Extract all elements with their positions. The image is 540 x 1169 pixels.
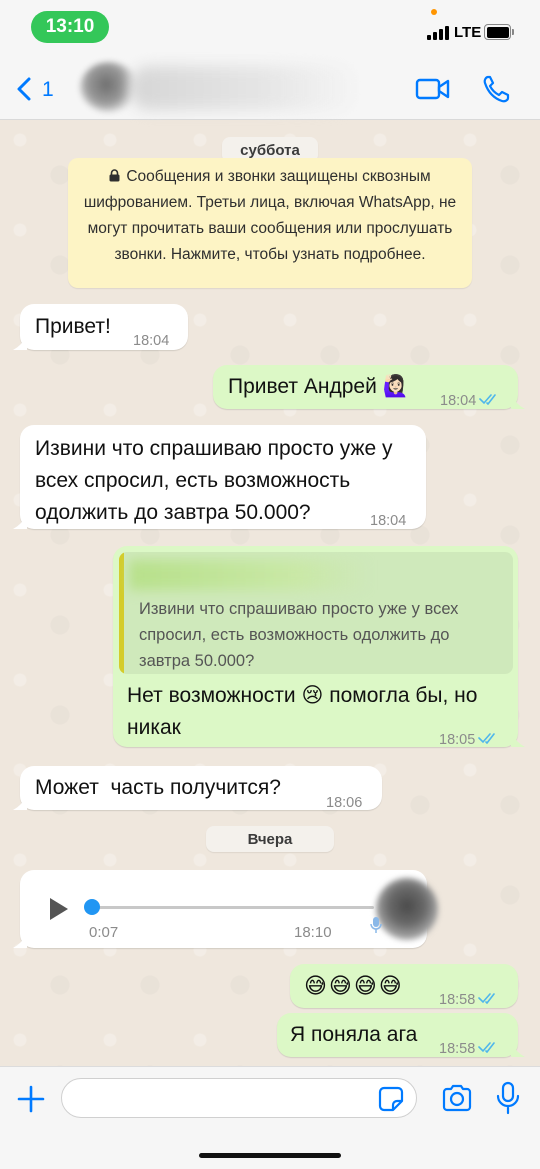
status-time[interactable]: 13:10 xyxy=(31,11,109,43)
video-call-icon[interactable] xyxy=(415,77,451,101)
plus-icon[interactable] xyxy=(17,1085,45,1113)
bubble-tail xyxy=(511,395,525,409)
message-list[interactable]: суббота Сообщения и звонки защищены скво… xyxy=(0,120,540,1066)
message-text: Извини что спрашиваю просто уже у всех с… xyxy=(35,437,393,524)
message-meta: 18:58 xyxy=(439,1033,500,1065)
message-input[interactable] xyxy=(61,1078,417,1118)
bubble-tail xyxy=(13,796,27,810)
message-time: 18:58 xyxy=(439,992,476,1008)
message-time: 18:58 xyxy=(439,1041,476,1057)
signal-icon xyxy=(427,26,449,40)
message-incoming[interactable]: Извини что спрашиваю просто уже у всех с… xyxy=(13,425,426,529)
message-meta: 18:05 xyxy=(439,724,500,756)
encryption-notice[interactable]: Сообщения и звонки защищены сквозным шиф… xyxy=(68,158,472,288)
message-time: 18:04 xyxy=(133,333,170,349)
voice-duration: 0:07 xyxy=(89,924,119,941)
message-text: Может часть получится? xyxy=(35,776,281,799)
camera-icon[interactable] xyxy=(441,1084,473,1112)
bubble-tail xyxy=(511,733,525,747)
phone-icon[interactable] xyxy=(482,74,510,104)
bubble-tail xyxy=(13,336,27,350)
message-text: Привет! xyxy=(35,315,111,338)
quote-author-redacted xyxy=(129,560,369,590)
message-outgoing-reply[interactable]: Извини что спрашиваю просто уже у всех с… xyxy=(113,546,525,748)
home-indicator[interactable] xyxy=(199,1153,341,1158)
back-unread-count[interactable]: 1 xyxy=(42,78,54,102)
read-ticks-icon xyxy=(478,993,496,1004)
message-text: 😅😅😅😅 xyxy=(304,973,404,998)
mic-icon xyxy=(370,917,382,933)
voice-message[interactable]: 0:07 18:10 xyxy=(13,870,438,948)
date-chip-yesterday: Вчера xyxy=(206,826,334,852)
message-outgoing[interactable]: 😅😅😅😅 18:58 xyxy=(290,964,518,1008)
message-time: 18:05 xyxy=(439,732,476,748)
message-incoming[interactable]: Привет! 18:04 xyxy=(13,304,188,350)
play-icon[interactable] xyxy=(48,896,70,922)
contact-name-redacted[interactable] xyxy=(130,66,360,110)
message-incoming[interactable]: Может часть получится? 18:06 xyxy=(13,766,382,811)
battery-icon xyxy=(484,24,514,40)
read-ticks-icon xyxy=(478,733,496,744)
quote-bar xyxy=(119,552,124,674)
bubble-tail xyxy=(13,515,27,529)
read-ticks-icon xyxy=(479,394,497,405)
mic-icon[interactable] xyxy=(496,1081,520,1115)
bubble-tail xyxy=(511,1043,525,1057)
voice-progress-knob[interactable] xyxy=(84,899,100,915)
quote-text: Извини что спрашиваю просто уже у всех с… xyxy=(139,600,459,670)
message-time: 18:04 xyxy=(370,513,407,529)
network-type: LTE xyxy=(454,24,482,41)
voice-sender-avatar xyxy=(376,878,438,940)
quoted-message[interactable]: Извини что спрашиваю просто уже у всех с… xyxy=(119,552,513,674)
message-outgoing[interactable]: Я поняла ага 18:58 xyxy=(277,1013,525,1057)
privacy-indicator-dot xyxy=(431,9,437,15)
encryption-notice-text: Сообщения и звонки защищены сквозным шиф… xyxy=(83,168,457,263)
message-time: 18:04 xyxy=(440,393,477,409)
message-meta: 18:58 xyxy=(439,984,500,1016)
back-chevron-icon[interactable] xyxy=(14,76,36,102)
message-time: 18:06 xyxy=(326,795,363,811)
message-text: Я поняла ага xyxy=(290,1023,418,1046)
message-time: 18:10 xyxy=(294,924,332,941)
read-ticks-icon xyxy=(478,1042,496,1053)
voice-progress-track[interactable] xyxy=(92,906,374,909)
message-outgoing[interactable]: Привет Андрей 🙋🏻‍♀️ 18:04 xyxy=(213,365,525,409)
chat-header: 1 xyxy=(0,56,540,120)
sticker-icon[interactable] xyxy=(378,1086,404,1112)
lock-icon xyxy=(109,169,120,182)
message-meta: 18:04 xyxy=(440,385,501,417)
message-text: Привет Андрей 🙋🏻‍♀️ xyxy=(228,375,409,398)
bubble-tail xyxy=(13,934,27,948)
message-text: Нет возможности 😢 помогла бы, но никак xyxy=(127,684,478,739)
status-bar: 13:10 LTE xyxy=(0,0,540,56)
